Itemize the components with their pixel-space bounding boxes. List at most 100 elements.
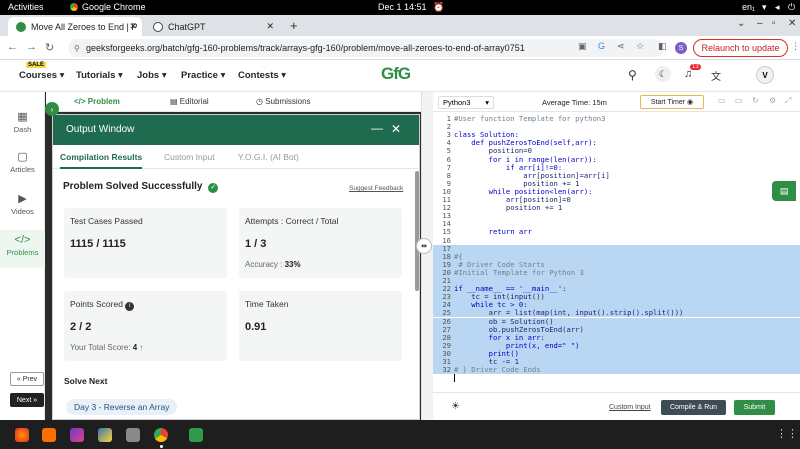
nav-label: Practice [181,70,218,81]
output-window-header: Output Window — ✕ [53,115,419,145]
rail-item-problems[interactable]: </> Problems [0,230,45,268]
gfg-logo[interactable]: GfG [381,64,411,84]
firefox-icon[interactable] [15,428,29,442]
chrome-dock-icon[interactable] [154,428,168,442]
tab-custom-input[interactable]: Custom Input [164,152,215,162]
submit-button[interactable]: Submit [734,400,775,415]
tab-title: ChatGPT [168,21,206,32]
search-icon[interactable]: ⚲ [628,68,637,82]
status-text: Problem Solved Successfully [63,181,203,192]
next-label: Next » [16,396,38,404]
language-indicator[interactable]: en₁ [742,2,755,12]
reload-icon[interactable]: ↻ [45,41,54,54]
software-center-icon[interactable] [42,428,56,442]
suggest-feedback-link[interactable]: Suggest Feedback [349,185,403,192]
activities-button[interactable]: Activities [8,2,44,12]
rail-item-articles[interactable]: ▢ Articles [0,150,45,174]
profile-avatar[interactable]: S [675,42,687,54]
code-text: #User function Template for python3 [454,114,606,123]
back-icon[interactable]: ← [7,41,18,53]
tab-close-icon[interactable]: ✕ [129,21,137,32]
code-line: 16 [433,236,800,245]
code-editor[interactable]: 1 #User function Template for python3 2 3 cl… [433,112,800,392]
chat-fab-icon[interactable]: ▤ [772,181,796,201]
sidebar-icon[interactable]: ◧ [658,41,667,52]
prev-button[interactable]: « Prev [10,372,44,386]
minimize-button[interactable]: – [757,18,763,29]
extension-icon[interactable]: ▣ [578,41,587,52]
nav-jobs[interactable]: Jobs ▾ [137,70,167,81]
collapse-toggle-icon[interactable]: › [45,102,59,116]
expand-icon[interactable]: ⤢ [785,96,791,106]
rail-item-dash[interactable]: ▦ Dash [0,110,45,134]
output-scrollbar[interactable] [415,171,419,291]
relaunch-button[interactable]: Relaunch to update [693,39,788,57]
nav-contests[interactable]: Contests ▾ [238,70,286,81]
screen: Activities Google Chrome Dec 1 14:51 ⏰ e… [0,0,800,449]
volume-icon[interactable]: ◂ [775,2,780,13]
close-window-button[interactable]: ✕ [788,18,796,29]
copy-icon[interactable]: ▭ [735,96,743,105]
tab-submissions[interactable]: ◷ Submissions [256,97,311,106]
info-icon[interactable]: i [125,302,135,311]
trash-icon[interactable] [189,428,203,442]
total-score-label: Your Total Score: [70,343,133,352]
nav-courses[interactable]: Courses ▾ [19,70,64,81]
rail-label: Problems [6,248,39,257]
close-output-icon[interactable]: ✕ [391,122,401,136]
browser-tab-strip: Move All Zeroes to End | P ✕ ChatGPT ✕ +… [0,15,800,36]
user-avatar[interactable]: V [756,66,774,84]
files-icon[interactable] [126,428,140,442]
line-number: 32 [442,365,451,375]
tab-editorial[interactable]: ▤ Editorial [170,97,209,106]
wifi-icon[interactable]: ▾ [762,2,767,13]
google-lens-icon[interactable]: G [598,41,605,51]
share-icon[interactable]: ⋖ [617,41,625,52]
tab-yogi-ai-bot[interactable]: Y.O.G.I. (AI Bot) [238,152,299,162]
code-line: 1 #User function Template for python3 [433,114,800,123]
lightbulb-icon[interactable]: ☀ [451,401,460,412]
tab-geeksforgeeks[interactable]: Move All Zeroes to End | P ✕ [8,17,142,36]
more-icon[interactable]: ⋮ [791,41,800,52]
translate-icon[interactable]: 文 [711,68,721,83]
tab-close-icon[interactable]: ✕ [266,21,274,32]
new-tab-button[interactable]: + [290,18,298,33]
forward-icon[interactable]: → [26,41,37,53]
address-bar[interactable]: ⚲ geeksforgeeks.org/batch/gfg-160-proble… [68,39,664,57]
site-info-icon[interactable]: ⚲ [74,44,80,53]
next-problem-chip[interactable]: Day 3 - Reverse an Array [66,399,178,415]
reset-icon[interactable]: ↻ [752,96,759,105]
app-grid-icon[interactable]: ⋮⋮ [776,427,798,440]
nav-practice[interactable]: Practice ▾ [181,70,225,81]
tab-search-icon[interactable]: ⌄ [737,18,745,29]
card-time-taken: Time Taken 0.91 [239,291,402,361]
compile-run-button[interactable]: Compile & Run [661,400,726,415]
theme-toggle-icon[interactable]: ☾ [655,66,671,82]
start-timer-button[interactable]: Start Timer ◉ [640,95,704,109]
rail-item-videos[interactable]: ▶ Videos [0,192,45,216]
resize-handle-icon[interactable]: ⇹ [416,238,432,254]
media-icon[interactable] [70,428,84,442]
accuracy-label: Accuracy : [245,260,285,269]
language-select[interactable]: Python3 ▾ [438,96,494,109]
fullscreen-icon[interactable]: ▭ [718,96,726,105]
power-icon[interactable]: ⏻ [788,2,795,13]
minimize-output-icon[interactable]: — [371,121,383,135]
solve-next-heading: Solve Next [64,376,108,386]
clock[interactable]: Dec 1 14:51 [378,2,427,12]
custom-input-link[interactable]: Custom Input [609,404,651,411]
accuracy-line: Accuracy : 33% [245,260,301,269]
nav-label: Tutorials [76,70,116,81]
nav-tutorials[interactable]: Tutorials ▾ [76,70,123,81]
tab-chatgpt[interactable]: ChatGPT ✕ [145,17,279,36]
bookmark-icon[interactable]: ☆ [636,41,644,52]
panel-divider[interactable]: ⇹ [416,92,433,420]
python-icon[interactable] [98,428,112,442]
next-button[interactable]: Next » [10,393,44,407]
code-text: return arr [454,227,532,237]
tab-compilation-results[interactable]: Compilation Results [60,152,142,162]
tab-problem[interactable]: </> Problem [74,97,120,106]
maximize-button[interactable]: ▫ [772,18,776,29]
active-app-name: Google Chrome [82,2,146,12]
settings-icon[interactable]: ⚙ [769,96,776,105]
